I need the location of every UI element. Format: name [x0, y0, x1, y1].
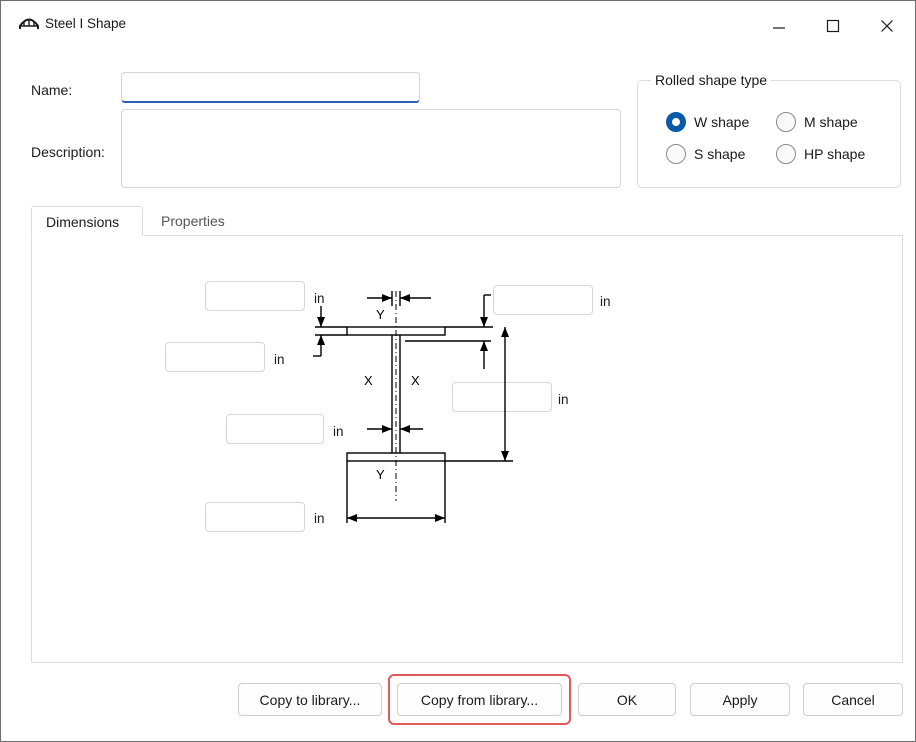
ok-button[interactable]: OK — [578, 683, 676, 716]
cancel-button[interactable]: Cancel — [803, 683, 903, 716]
unit-label: in — [274, 352, 285, 367]
description-input[interactable] — [121, 109, 621, 188]
radio-s-shape[interactable]: S shape — [666, 144, 745, 164]
bridge-icon — [19, 18, 39, 29]
y-axis-label-bottom: Y — [376, 467, 385, 482]
close-button[interactable] — [867, 9, 907, 43]
radio-label-m-shape: M shape — [804, 114, 858, 130]
top-flange-thickness-input[interactable] — [165, 342, 265, 372]
window-title: Steel I Shape — [45, 16, 127, 31]
close-icon — [881, 20, 893, 32]
steel-i-shape-window: Steel I Shape Name: Description: Rolled … — [0, 0, 916, 742]
description-label: Description: — [31, 144, 105, 160]
minimize-icon — [773, 27, 785, 29]
radio-button[interactable] — [776, 112, 796, 132]
title-bar: Steel I Shape — [1, 1, 915, 47]
copy-to-library-button[interactable]: Copy to library... — [238, 683, 382, 716]
radio-label-s-shape: S shape — [694, 146, 746, 162]
copy-from-library-button[interactable]: Copy from library... — [397, 683, 562, 716]
radio-label-hp-shape: HP shape — [804, 146, 866, 162]
maximize-button[interactable] — [813, 9, 853, 43]
y-axis-label-top: Y — [376, 307, 385, 322]
top-flange-width-input[interactable] — [205, 281, 305, 311]
radio-w-shape[interactable]: W shape — [666, 112, 749, 132]
apply-button[interactable]: Apply — [690, 683, 790, 716]
radio-hp-shape[interactable]: HP shape — [776, 144, 865, 164]
maximize-icon — [826, 19, 840, 33]
i-shape-diagram: Y Y X X — [313, 291, 513, 523]
name-input[interactable] — [121, 72, 420, 103]
tab-properties[interactable]: Properties — [147, 206, 247, 236]
radio-button[interactable] — [776, 144, 796, 164]
rolled-shape-type-title: Rolled shape type — [651, 72, 772, 88]
unit-label: in — [558, 392, 569, 407]
radio-button[interactable] — [666, 144, 686, 164]
x-axis-label-right: X — [411, 373, 420, 388]
radio-m-shape[interactable]: M shape — [776, 112, 858, 132]
bottom-flange-width-input[interactable] — [205, 502, 305, 532]
name-label: Name: — [31, 82, 73, 98]
rolled-shape-type-group — [637, 80, 901, 188]
tab-dimensions[interactable]: Dimensions — [31, 206, 143, 236]
radio-button-checked[interactable] — [666, 112, 686, 132]
minimize-button[interactable] — [759, 9, 799, 43]
unit-label: in — [600, 294, 611, 309]
x-axis-label-left: X — [364, 373, 373, 388]
radio-label-w-shape: W shape — [694, 114, 750, 130]
